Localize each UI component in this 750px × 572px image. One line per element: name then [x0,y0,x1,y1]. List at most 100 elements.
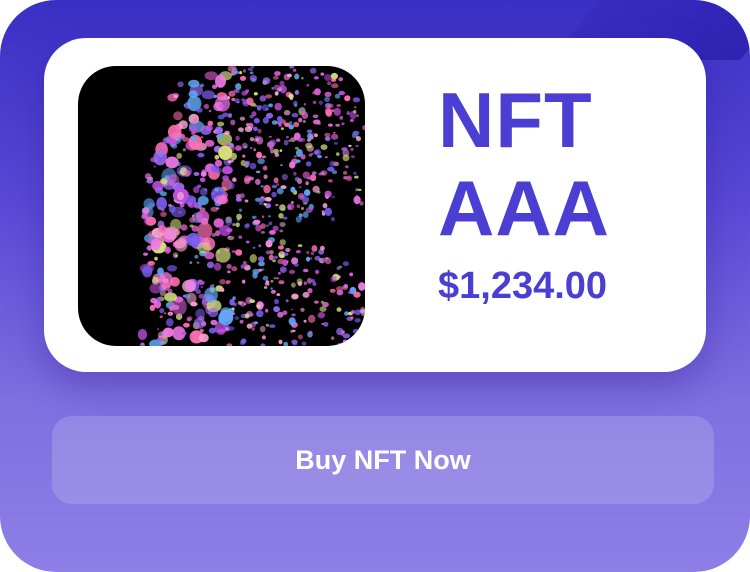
art-dot [162,327,174,338]
art-dot [189,217,196,223]
art-dot [164,176,170,180]
art-dot [271,184,277,189]
art-dot [268,254,274,261]
art-dot [256,151,263,159]
art-dot [276,116,283,122]
art-dot [324,190,332,198]
art-dot [186,316,193,321]
art-dot [331,336,335,340]
art-dot [251,111,257,117]
art-dot [358,188,362,192]
art-dot [183,322,190,328]
art-dot [321,210,325,213]
art-dot [206,261,215,269]
art-dot [355,340,358,343]
art-dot [161,208,165,212]
art-dot [269,324,276,329]
art-dot [313,300,319,304]
art-dot [276,187,284,195]
art-dot [222,175,230,181]
art-dot [320,144,328,150]
art-dot [256,304,261,308]
art-dot [330,217,335,222]
art-dot [217,121,225,127]
art-dot [162,137,169,144]
art-dot [154,256,158,261]
art-dot [243,145,248,149]
art-dot [225,217,233,226]
art-dot [356,114,359,118]
art-dot [280,127,284,130]
art-dot [320,72,325,76]
art-dot [214,167,222,174]
art-dot [336,266,341,270]
art-dot [145,216,157,226]
art-dot [331,83,339,89]
art-dot [290,137,296,143]
art-dot [268,135,272,138]
art-dot [257,256,265,262]
art-dot [257,106,262,111]
art-dot [239,319,244,324]
art-dot [300,107,306,112]
art-dot [215,130,219,133]
art-dot [239,208,242,212]
art-dot [344,95,351,102]
art-dot [257,158,265,165]
art-dot [176,152,182,159]
art-dot [226,343,233,346]
art-dot [187,279,197,290]
nft-artwork-image [78,66,365,346]
art-dot [273,84,281,91]
art-dot [157,207,162,210]
art-dot [153,165,157,168]
art-dot [288,317,296,326]
art-dot [307,176,311,180]
art-dot [255,170,261,174]
art-dot [297,244,303,248]
art-dot [324,96,330,102]
art-dot [336,104,342,107]
art-dot [342,339,348,344]
art-dot [296,204,301,208]
art-dot [188,79,200,88]
art-dot [319,306,327,312]
art-dot [324,156,328,159]
art-dot [154,250,158,254]
art-dot [307,288,313,294]
art-dot [303,103,307,106]
art-dot [353,109,357,114]
art-dot [311,245,318,252]
art-dot [195,289,201,294]
art-dot [253,148,256,152]
art-dot [191,214,195,218]
art-dot [217,114,225,120]
art-dot [160,191,167,197]
art-dot [235,135,240,141]
art-dot [284,122,291,127]
art-dot [341,147,348,151]
art-dot [146,246,150,250]
art-dot [334,93,341,99]
art-dot [169,277,180,287]
art-dot [324,74,332,81]
art-dot [181,331,187,336]
art-dot [277,245,285,250]
art-dot [279,239,286,246]
art-dot [189,335,193,339]
art-dot [208,109,212,113]
art-dot [264,282,270,286]
art-dot [331,133,339,140]
art-dot [213,262,222,271]
art-dot [279,250,284,255]
art-dot [274,91,279,96]
art-dot [231,307,235,311]
art-dot [246,240,250,244]
art-dot [309,257,313,260]
art-dot [243,69,246,73]
art-dot [244,126,253,133]
nft-title-line-2: AAA [438,164,610,252]
art-dot [270,280,274,283]
art-dot [262,77,271,85]
buy-nft-button[interactable]: Buy NFT Now [52,416,714,504]
